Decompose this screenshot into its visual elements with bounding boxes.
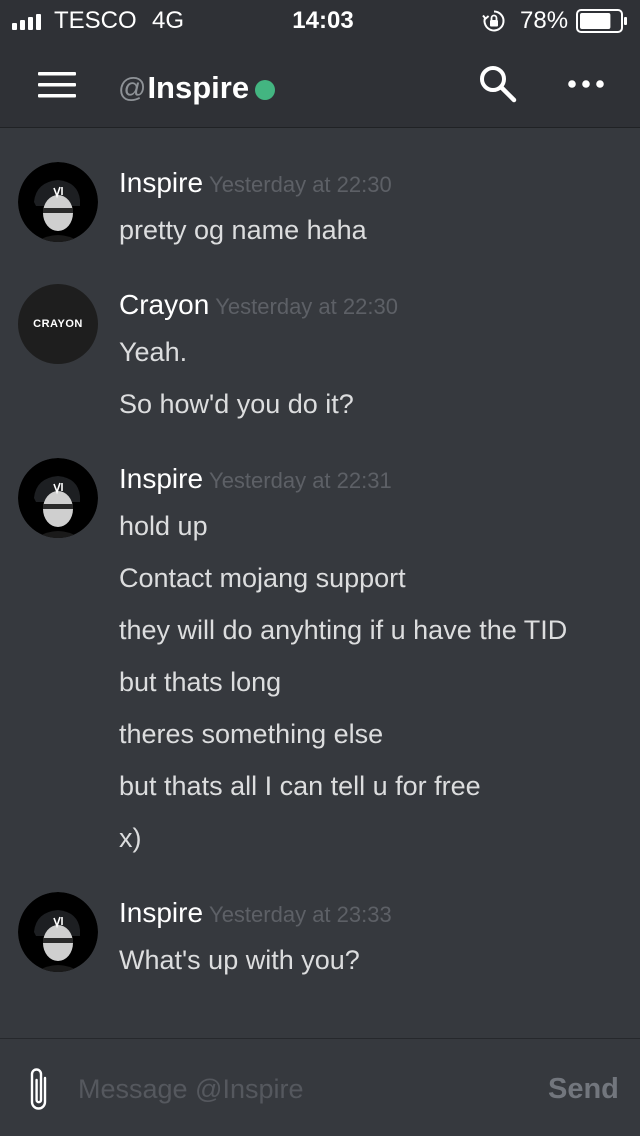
message-text: Yeah.	[119, 337, 188, 367]
message-text: So how'd you do it?	[119, 389, 354, 419]
message-timestamp: Yesterday at 23:33	[209, 902, 392, 927]
paperclip-icon[interactable]	[24, 1065, 54, 1115]
message-input[interactable]	[78, 1067, 528, 1111]
message-header: Crayon Yesterday at 22:30	[119, 286, 398, 324]
author-name[interactable]: Crayon	[119, 289, 209, 320]
message-text: Contact mojang support	[119, 563, 406, 593]
message-text: pretty og name haha	[119, 215, 367, 245]
message-text: theres something else	[119, 719, 384, 749]
status-bar: TESCO 4G 14:03 78%	[0, 0, 640, 40]
battery-percent: 78%	[520, 7, 569, 34]
message-text: hold up	[119, 511, 208, 541]
avatar-label: CRAYON	[33, 318, 83, 330]
message-header: Inspire Yesterday at 22:30	[119, 164, 392, 202]
message-list[interactable]: Inspire Yesterday at 22:30 pretty og name…	[0, 128, 640, 1038]
message-text: but thats long	[119, 667, 282, 697]
rotation-lock-icon	[482, 10, 505, 32]
author-name[interactable]: Inspire	[119, 897, 203, 928]
message-text: What's up with you?	[119, 945, 360, 975]
at-symbol: @	[118, 72, 147, 103]
search-icon[interactable]	[478, 64, 518, 104]
inspire-avatar[interactable]	[18, 458, 98, 538]
message-timestamp: Yesterday at 22:30	[215, 294, 398, 319]
message-text: they will do anyhting if u have the TID	[119, 615, 568, 645]
battery-icon	[576, 9, 627, 33]
author-name[interactable]: Inspire	[119, 463, 203, 494]
more-options-icon[interactable]	[566, 74, 606, 94]
message-text: but thats all I can tell u for free	[119, 771, 481, 801]
message-text: x)	[119, 823, 142, 853]
author-name[interactable]: Inspire	[119, 167, 203, 198]
top-bar: TESCO 4G 14:03 78% @ Inspire	[0, 0, 640, 128]
inspire-avatar[interactable]	[18, 892, 98, 972]
send-button[interactable]: Send	[548, 1069, 619, 1109]
channel-name: Inspire	[147, 70, 250, 105]
crayon-avatar[interactable]: CRAYON	[18, 284, 98, 364]
message-timestamp: Yesterday at 22:30	[209, 172, 392, 197]
hamburger-menu-icon[interactable]	[38, 70, 78, 100]
message-header: Inspire Yesterday at 22:31	[119, 460, 392, 498]
online-status-indicator	[255, 79, 276, 100]
message-composer: Send	[0, 1038, 640, 1136]
message-header: Inspire Yesterday at 23:33	[119, 894, 392, 932]
message-timestamp: Yesterday at 22:31	[209, 468, 392, 493]
inspire-avatar[interactable]	[18, 162, 98, 242]
channel-title[interactable]: @ Inspire	[118, 68, 276, 108]
